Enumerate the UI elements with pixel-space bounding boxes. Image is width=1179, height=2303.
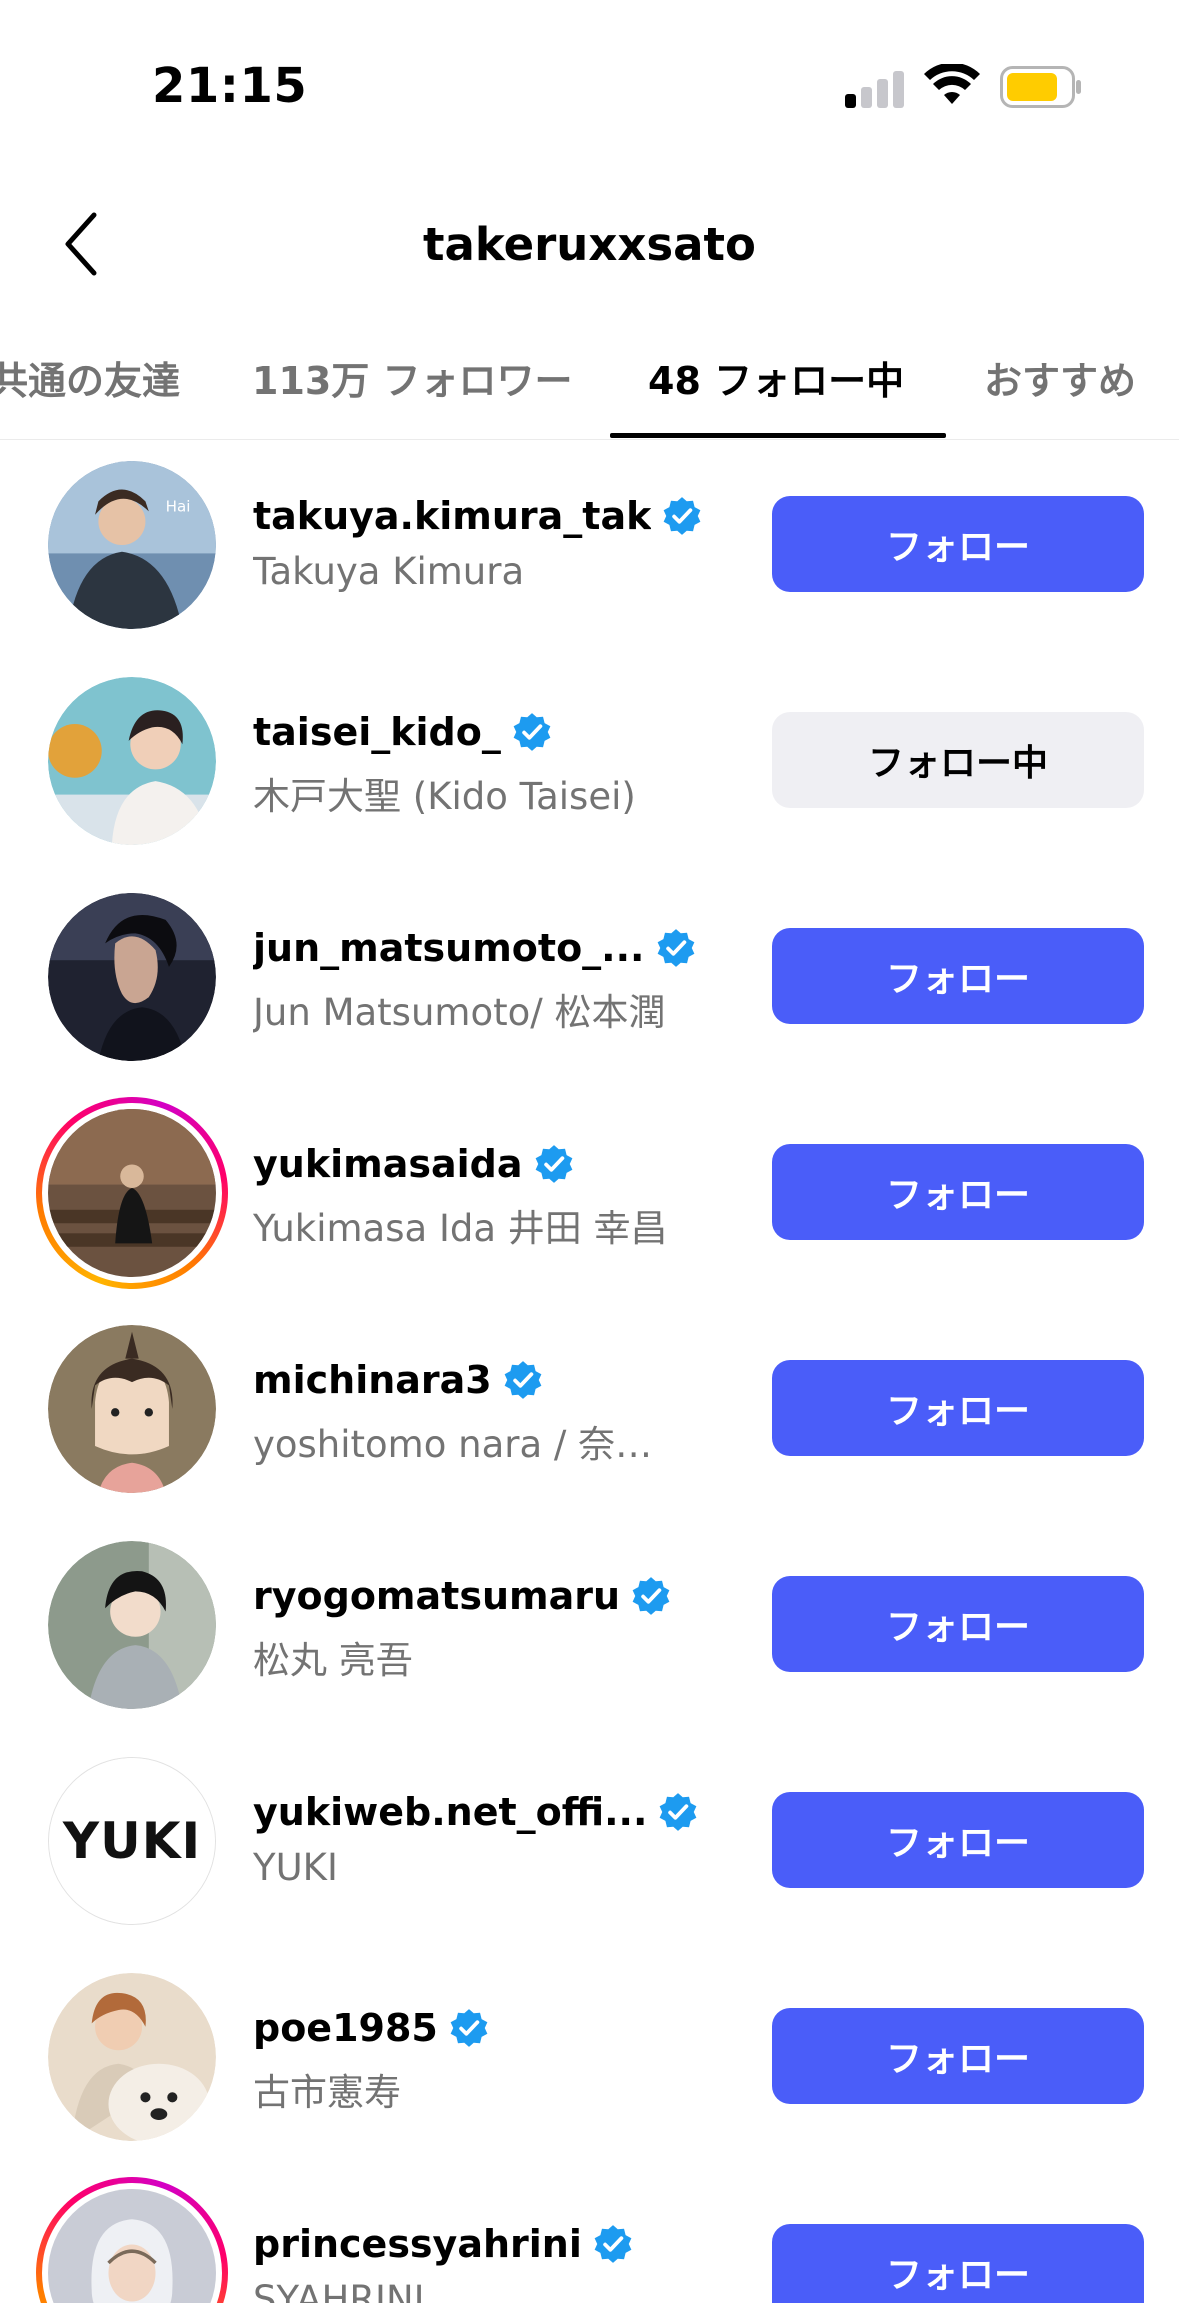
battery-icon (1000, 66, 1082, 108)
verified-badge-icon (504, 1361, 542, 1399)
username[interactable]: yukimasaida (253, 1142, 523, 1186)
username[interactable]: takuya.kimura_tak (253, 494, 651, 538)
follow-button[interactable]: フォロー (772, 1792, 1144, 1888)
verified-badge-icon (632, 1577, 670, 1615)
list-item[interactable]: poe1985 古市憲寿 フォロー (0, 1952, 1179, 2168)
following-button[interactable]: フォロー中 (772, 712, 1144, 808)
list-item[interactable]: ryogomatsumaru 松丸 亮吾 フォロー (0, 1520, 1179, 1736)
username[interactable]: ryogomatsumaru (253, 1574, 620, 1618)
verified-badge-icon (664, 497, 701, 535)
verified-badge-icon (450, 2009, 488, 2047)
list-item[interactable]: yukimasaida Yukimasa Ida 井田 幸昌 フォロー (0, 1088, 1179, 1304)
page-title: takeruxxsato (423, 218, 756, 271)
full-name: YUKI (253, 1846, 338, 1889)
tab-followers[interactable]: 113万 フォロワー (252, 350, 573, 405)
tab-following[interactable]: 48 フォロー中 (648, 350, 904, 405)
list-item[interactable]: taisei_kido_ 木戸大聖 (Kido Taisei) フォロー中 (0, 656, 1179, 872)
username[interactable]: michinara3 (253, 1358, 492, 1402)
following-list: Hai takuya.kimura_tak Takuya Kimura フォロー (0, 440, 1179, 2303)
full-name: 松丸 亮吾 (253, 1639, 413, 1682)
list-item[interactable]: jun_matsumoto_... Jun Matsumoto/ 松本潤 フォロ… (0, 872, 1179, 1088)
full-name: Takuya Kimura (253, 550, 525, 593)
avatar[interactable] (48, 1973, 216, 2141)
avatar-story-ring[interactable] (36, 1097, 228, 1289)
list-item[interactable]: Hai takuya.kimura_tak Takuya Kimura フォロー (0, 440, 1179, 656)
follow-button[interactable]: フォロー (772, 1144, 1144, 1240)
cellular-signal-icon (845, 70, 905, 108)
avatar[interactable] (48, 1541, 216, 1709)
avatar-story-ring[interactable] (36, 2177, 228, 2303)
status-time: 21:15 (152, 58, 308, 114)
username[interactable]: poe1985 (253, 2006, 438, 2050)
verified-badge-icon (594, 2225, 632, 2263)
list-item[interactable]: YUKI yukiweb.net_offi... YUKI フォロー (0, 1736, 1179, 1952)
tab-mutual-friends[interactable]: 共通の友達 (0, 350, 180, 405)
list-item[interactable]: princessyahrini SYAHRINI フォロー (0, 2168, 1179, 2303)
wifi-icon (924, 62, 980, 108)
avatar (48, 1109, 216, 1277)
follow-button[interactable]: フォロー (772, 2008, 1144, 2104)
svg-text:Hai: Hai (166, 497, 191, 515)
header: takeruxxsato (0, 180, 1179, 310)
tab-suggested[interactable]: おすすめ (984, 350, 1136, 405)
follow-button[interactable]: フォロー (772, 1576, 1144, 1672)
full-name: 木戸大聖 (Kido Taisei) (253, 775, 636, 818)
avatar[interactable]: YUKI (48, 1757, 216, 1925)
verified-badge-icon (660, 1793, 697, 1831)
follow-button[interactable]: フォロー (772, 1360, 1144, 1456)
username[interactable]: jun_matsumoto_... (253, 926, 645, 970)
verified-badge-icon (657, 929, 694, 967)
username[interactable]: taisei_kido_ (253, 710, 501, 754)
verified-badge-icon (513, 713, 551, 751)
follow-button[interactable]: フォロー (772, 2224, 1144, 2303)
username[interactable]: princessyahrini (253, 2222, 582, 2266)
full-name: Jun Matsumoto/ 松本潤 (253, 991, 666, 1034)
full-name: 古市憲寿 (253, 2071, 401, 2114)
avatar-logo-text: YUKI (62, 1812, 202, 1870)
app-screen: 21:15 takeruxxsato 共通の友達 113万 フォロワー 48 フ… (0, 0, 1179, 2303)
full-name: Yukimasa Ida 井田 幸昌 (253, 1207, 668, 1250)
follow-button[interactable]: フォロー (772, 496, 1144, 592)
active-tab-indicator (610, 433, 946, 438)
status-bar: 21:15 (0, 0, 1179, 150)
avatar[interactable] (48, 677, 216, 845)
tab-bar: 共通の友達 113万 フォロワー 48 フォロー中 おすすめ (0, 320, 1179, 440)
full-name: SYAHRINI (253, 2278, 425, 2303)
avatar[interactable]: Hai (48, 461, 216, 629)
avatar[interactable] (48, 1325, 216, 1493)
verified-badge-icon (535, 1145, 572, 1183)
avatar (48, 2189, 216, 2303)
full-name: yoshitomo nara / 奈… (253, 1423, 653, 1466)
avatar[interactable] (48, 893, 216, 1061)
follow-button[interactable]: フォロー (772, 928, 1144, 1024)
list-item[interactable]: michinara3 yoshitomo nara / 奈… フォロー (0, 1304, 1179, 1520)
username[interactable]: yukiweb.net_offi... (253, 1790, 647, 1834)
